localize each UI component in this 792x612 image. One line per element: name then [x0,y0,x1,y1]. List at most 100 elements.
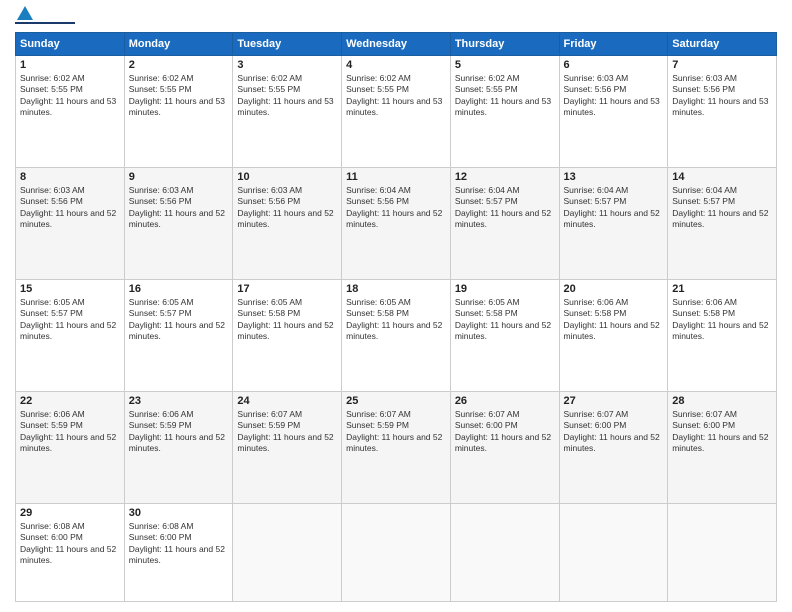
calendar-cell: 3 Sunrise: 6:02 AM Sunset: 5:55 PM Dayli… [233,56,342,168]
calendar-cell: 2 Sunrise: 6:02 AM Sunset: 5:55 PM Dayli… [124,56,233,168]
day-of-week-saturday: Saturday [668,33,777,56]
day-info: Sunrise: 6:05 AM Sunset: 5:57 PM Dayligh… [20,297,120,343]
day-number: 30 [129,507,229,519]
day-number: 10 [237,171,337,183]
day-info: Sunrise: 6:03 AM Sunset: 5:56 PM Dayligh… [129,185,229,231]
day-of-week-thursday: Thursday [450,33,559,56]
day-of-week-monday: Monday [124,33,233,56]
day-number: 9 [129,171,229,183]
calendar-cell: 4 Sunrise: 6:02 AM Sunset: 5:55 PM Dayli… [342,56,451,168]
day-info: Sunrise: 6:02 AM Sunset: 5:55 PM Dayligh… [129,73,229,119]
day-info: Sunrise: 6:06 AM Sunset: 5:59 PM Dayligh… [129,409,229,455]
calendar-week-row: 22 Sunrise: 6:06 AM Sunset: 5:59 PM Dayl… [16,392,777,504]
calendar-cell: 21 Sunrise: 6:06 AM Sunset: 5:58 PM Dayl… [668,280,777,392]
day-number: 22 [20,395,120,407]
day-number: 8 [20,171,120,183]
calendar-cell: 7 Sunrise: 6:03 AM Sunset: 5:56 PM Dayli… [668,56,777,168]
day-number: 5 [455,59,555,71]
calendar-cell: 29 Sunrise: 6:08 AM Sunset: 6:00 PM Dayl… [16,504,125,602]
day-info: Sunrise: 6:04 AM Sunset: 5:57 PM Dayligh… [564,185,664,231]
day-number: 14 [672,171,772,183]
day-number: 29 [20,507,120,519]
day-number: 1 [20,59,120,71]
day-number: 18 [346,283,446,295]
day-number: 28 [672,395,772,407]
calendar-week-row: 1 Sunrise: 6:02 AM Sunset: 5:55 PM Dayli… [16,56,777,168]
calendar-cell: 18 Sunrise: 6:05 AM Sunset: 5:58 PM Dayl… [342,280,451,392]
calendar-cell: 23 Sunrise: 6:06 AM Sunset: 5:59 PM Dayl… [124,392,233,504]
calendar-table: SundayMondayTuesdayWednesdayThursdayFrid… [15,32,777,602]
day-info: Sunrise: 6:03 AM Sunset: 5:56 PM Dayligh… [237,185,337,231]
day-of-week-sunday: Sunday [16,33,125,56]
day-info: Sunrise: 6:02 AM Sunset: 5:55 PM Dayligh… [455,73,555,119]
calendar-cell: 16 Sunrise: 6:05 AM Sunset: 5:57 PM Dayl… [124,280,233,392]
day-number: 4 [346,59,446,71]
day-number: 15 [20,283,120,295]
day-number: 19 [455,283,555,295]
page: SundayMondayTuesdayWednesdayThursdayFrid… [0,0,792,612]
day-of-week-friday: Friday [559,33,668,56]
calendar-cell: 1 Sunrise: 6:02 AM Sunset: 5:55 PM Dayli… [16,56,125,168]
calendar-week-row: 29 Sunrise: 6:08 AM Sunset: 6:00 PM Dayl… [16,504,777,602]
calendar-cell [668,504,777,602]
day-number: 3 [237,59,337,71]
day-info: Sunrise: 6:06 AM Sunset: 5:58 PM Dayligh… [672,297,772,343]
calendar-header-row: SundayMondayTuesdayWednesdayThursdayFrid… [16,33,777,56]
calendar-cell: 22 Sunrise: 6:06 AM Sunset: 5:59 PM Dayl… [16,392,125,504]
calendar-cell: 24 Sunrise: 6:07 AM Sunset: 5:59 PM Dayl… [233,392,342,504]
calendar-cell: 17 Sunrise: 6:05 AM Sunset: 5:58 PM Dayl… [233,280,342,392]
day-info: Sunrise: 6:07 AM Sunset: 5:59 PM Dayligh… [346,409,446,455]
day-info: Sunrise: 6:04 AM Sunset: 5:56 PM Dayligh… [346,185,446,231]
day-info: Sunrise: 6:05 AM Sunset: 5:58 PM Dayligh… [346,297,446,343]
logo-underline [15,22,75,24]
day-info: Sunrise: 6:04 AM Sunset: 5:57 PM Dayligh… [672,185,772,231]
day-of-week-wednesday: Wednesday [342,33,451,56]
calendar-cell: 20 Sunrise: 6:06 AM Sunset: 5:58 PM Dayl… [559,280,668,392]
day-info: Sunrise: 6:05 AM Sunset: 5:58 PM Dayligh… [455,297,555,343]
day-number: 2 [129,59,229,71]
calendar-cell: 9 Sunrise: 6:03 AM Sunset: 5:56 PM Dayli… [124,168,233,280]
day-number: 7 [672,59,772,71]
calendar-cell: 14 Sunrise: 6:04 AM Sunset: 5:57 PM Dayl… [668,168,777,280]
day-number: 12 [455,171,555,183]
calendar-cell: 13 Sunrise: 6:04 AM Sunset: 5:57 PM Dayl… [559,168,668,280]
logo [15,10,75,24]
day-info: Sunrise: 6:02 AM Sunset: 5:55 PM Dayligh… [346,73,446,119]
day-number: 17 [237,283,337,295]
calendar-cell: 6 Sunrise: 6:03 AM Sunset: 5:56 PM Dayli… [559,56,668,168]
day-info: Sunrise: 6:05 AM Sunset: 5:58 PM Dayligh… [237,297,337,343]
calendar-cell: 19 Sunrise: 6:05 AM Sunset: 5:58 PM Dayl… [450,280,559,392]
day-number: 27 [564,395,664,407]
day-info: Sunrise: 6:08 AM Sunset: 6:00 PM Dayligh… [20,521,120,567]
day-number: 11 [346,171,446,183]
day-number: 6 [564,59,664,71]
day-info: Sunrise: 6:07 AM Sunset: 6:00 PM Dayligh… [564,409,664,455]
day-number: 21 [672,283,772,295]
calendar-cell [559,504,668,602]
day-info: Sunrise: 6:06 AM Sunset: 5:58 PM Dayligh… [564,297,664,343]
calendar-cell [342,504,451,602]
day-info: Sunrise: 6:07 AM Sunset: 6:00 PM Dayligh… [455,409,555,455]
calendar-cell: 15 Sunrise: 6:05 AM Sunset: 5:57 PM Dayl… [16,280,125,392]
day-number: 20 [564,283,664,295]
calendar-cell: 11 Sunrise: 6:04 AM Sunset: 5:56 PM Dayl… [342,168,451,280]
day-info: Sunrise: 6:06 AM Sunset: 5:59 PM Dayligh… [20,409,120,455]
day-number: 13 [564,171,664,183]
calendar-cell [233,504,342,602]
day-info: Sunrise: 6:02 AM Sunset: 5:55 PM Dayligh… [237,73,337,119]
logo-triangle-icon [17,6,33,20]
calendar-week-row: 15 Sunrise: 6:05 AM Sunset: 5:57 PM Dayl… [16,280,777,392]
day-number: 26 [455,395,555,407]
calendar-cell: 30 Sunrise: 6:08 AM Sunset: 6:00 PM Dayl… [124,504,233,602]
header [15,10,777,24]
day-info: Sunrise: 6:07 AM Sunset: 6:00 PM Dayligh… [672,409,772,455]
calendar-cell: 27 Sunrise: 6:07 AM Sunset: 6:00 PM Dayl… [559,392,668,504]
calendar-week-row: 8 Sunrise: 6:03 AM Sunset: 5:56 PM Dayli… [16,168,777,280]
calendar-cell: 25 Sunrise: 6:07 AM Sunset: 5:59 PM Dayl… [342,392,451,504]
calendar-cell: 10 Sunrise: 6:03 AM Sunset: 5:56 PM Dayl… [233,168,342,280]
calendar-cell: 26 Sunrise: 6:07 AM Sunset: 6:00 PM Dayl… [450,392,559,504]
day-number: 25 [346,395,446,407]
day-number: 16 [129,283,229,295]
calendar-cell [450,504,559,602]
calendar-cell: 5 Sunrise: 6:02 AM Sunset: 5:55 PM Dayli… [450,56,559,168]
